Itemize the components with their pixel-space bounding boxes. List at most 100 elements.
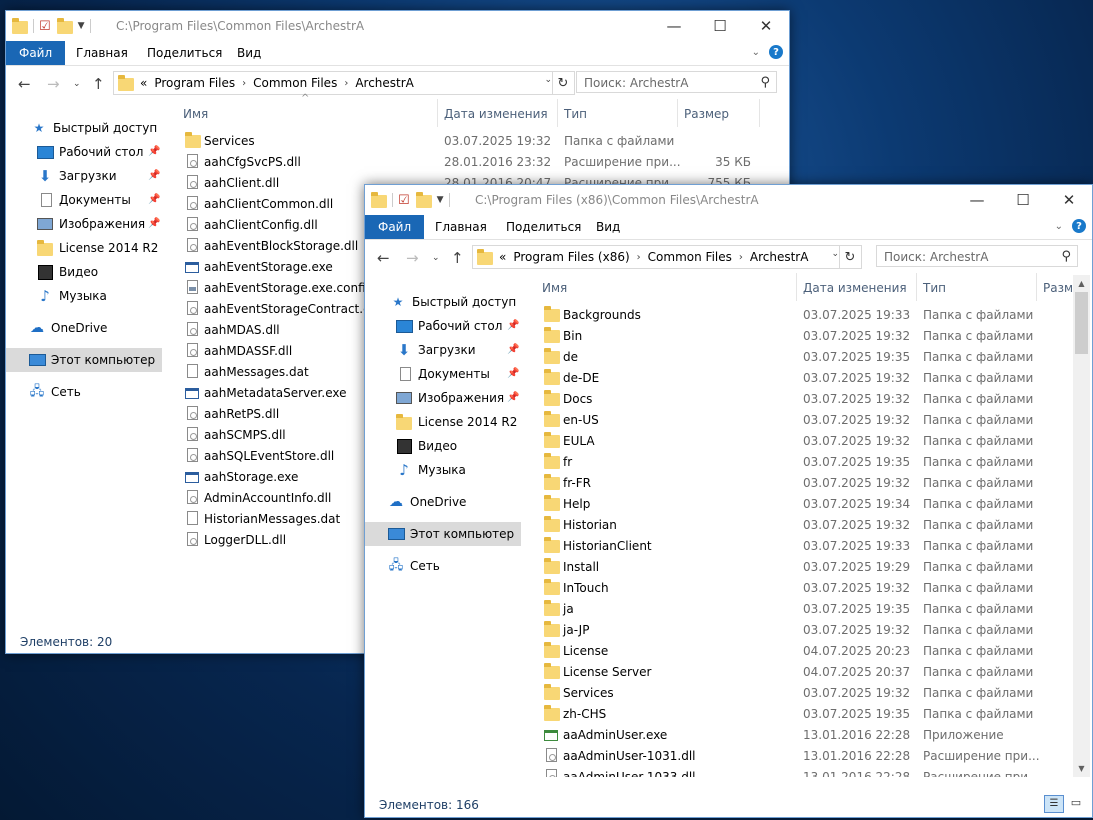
- list-item[interactable]: HistorianClient 03.07.2025 19:33 Папка с ф…: [544, 536, 1073, 557]
- nav-item-network[interactable]: 🖧 Сеть: [28, 381, 81, 403]
- nav-item-onedrive[interactable]: ☁ OneDrive: [387, 491, 466, 513]
- forward-arrow-icon[interactable]: →: [406, 249, 419, 267]
- nav-item-videos[interactable]: Видео: [395, 435, 457, 457]
- search-input[interactable]: Поиск: ArchestrA ⚲: [876, 245, 1078, 267]
- close-button[interactable]: ✕: [743, 11, 789, 41]
- nav-item-videos[interactable]: Видео: [36, 261, 98, 283]
- tab-home[interactable]: Главная: [422, 215, 500, 239]
- qat-dropdown-icon[interactable]: ▼: [437, 195, 444, 205]
- address-bar[interactable]: « Program Files › Common Files › ArchestrA…: [113, 71, 575, 95]
- expand-ribbon-icon[interactable]: ⌄: [752, 47, 760, 58]
- refresh-icon[interactable]: ↻: [839, 246, 860, 268]
- column-type[interactable]: Тип: [917, 273, 1037, 301]
- list-item[interactable]: Docs 03.07.2025 19:32 Папка с файлами: [544, 389, 1073, 410]
- list-item[interactable]: fr-FR 03.07.2025 19:32 Папка с файлами: [544, 473, 1073, 494]
- list-item[interactable]: License Server 04.07.2025 20:37 Папка с фа…: [544, 662, 1073, 683]
- forward-arrow-icon[interactable]: →: [47, 75, 60, 93]
- details-view-icon[interactable]: ☰: [1044, 795, 1064, 813]
- tab-file[interactable]: Файл: [6, 41, 66, 65]
- nav-item-downloads[interactable]: ⬇ Загрузки: [395, 339, 476, 361]
- pin-icon[interactable]: 📌: [148, 146, 160, 157]
- title-bar[interactable]: ☑ ▼ C:\Program Files\Common Files\Arches…: [6, 11, 789, 41]
- list-item[interactable]: Install 03.07.2025 19:29 Папка с файлами: [544, 557, 1073, 578]
- list-item[interactable]: ja 03.07.2025 19:35 Папка с файлами: [544, 599, 1073, 620]
- list-item[interactable]: zh-CHS 03.07.2025 19:35 Папка с файлами: [544, 704, 1073, 725]
- breadcrumb-item[interactable]: Common Files: [641, 250, 739, 264]
- maximize-button[interactable]: ☐: [697, 11, 743, 41]
- vertical-scrollbar[interactable]: ▲ ▼: [1073, 275, 1090, 777]
- maximize-button[interactable]: ☐: [1000, 185, 1046, 215]
- column-date-modified[interactable]: Дата изменения: [797, 273, 917, 301]
- list-item[interactable]: ja-JP 03.07.2025 19:32 Папка с файлами: [544, 620, 1073, 641]
- column-type[interactable]: Тип: [558, 99, 678, 127]
- back-arrow-icon[interactable]: ←: [18, 75, 31, 93]
- list-item[interactable]: aaAdminUser-1031.dll 13.01.2016 22:28 Расш…: [544, 746, 1073, 767]
- column-date-modified[interactable]: Дата изменения: [438, 99, 558, 127]
- list-item[interactable]: InTouch 03.07.2025 19:32 Папка с файлами: [544, 578, 1073, 599]
- nav-item-quick-access[interactable]: ★ Быстрый доступ: [389, 291, 517, 313]
- tab-view[interactable]: Вид: [224, 41, 274, 65]
- column-size[interactable]: Разме: [1037, 273, 1073, 301]
- nav-item-documents[interactable]: Документы: [395, 363, 490, 385]
- close-button[interactable]: ✕: [1046, 185, 1092, 215]
- properties-icon[interactable]: ☑: [39, 19, 51, 34]
- breadcrumb-item[interactable]: Program Files (x86): [506, 250, 636, 264]
- nav-item-onedrive[interactable]: ☁ OneDrive: [28, 317, 107, 339]
- list-item[interactable]: en-US 03.07.2025 19:32 Папка с файлами: [544, 410, 1073, 431]
- help-icon[interactable]: ?: [1072, 219, 1086, 233]
- new-folder-icon[interactable]: [53, 18, 73, 34]
- refresh-icon[interactable]: ↻: [552, 72, 573, 94]
- pin-icon[interactable]: 📌: [507, 368, 519, 379]
- breadcrumb-item[interactable]: ArchestrA: [348, 76, 421, 90]
- breadcrumb-item[interactable]: ArchestrA: [743, 250, 816, 264]
- nav-item-this-pc[interactable]: Этот компьютер: [28, 349, 155, 371]
- list-item[interactable]: EULA 03.07.2025 19:32 Папка с файлами: [544, 431, 1073, 452]
- nav-item-license-2014-r2[interactable]: License 2014 R2: [395, 411, 517, 433]
- minimize-button[interactable]: —: [651, 11, 697, 41]
- nav-item-music[interactable]: ♪ Музыка: [36, 285, 107, 307]
- tab-share[interactable]: Поделиться: [134, 41, 235, 65]
- up-arrow-icon[interactable]: ↑: [451, 249, 464, 267]
- expand-ribbon-icon[interactable]: ⌄: [1055, 221, 1063, 232]
- list-item[interactable]: de 03.07.2025 19:35 Папка с файлами: [544, 347, 1073, 368]
- nav-item-license-2014-r2[interactable]: License 2014 R2: [36, 237, 158, 259]
- nav-item-pictures[interactable]: Изображения: [36, 213, 145, 235]
- pin-icon[interactable]: 📌: [148, 170, 160, 181]
- breadcrumb-overflow[interactable]: «: [140, 76, 147, 90]
- help-icon[interactable]: ?: [769, 45, 783, 59]
- nav-item-documents[interactable]: Документы: [36, 189, 131, 211]
- tab-view[interactable]: Вид: [583, 215, 633, 239]
- list-item[interactable]: Services 03.07.2025 19:32 Папка с файлами: [185, 131, 765, 152]
- list-item[interactable]: Historian 03.07.2025 19:32 Папка с файлами: [544, 515, 1073, 536]
- list-item[interactable]: Bin 03.07.2025 19:32 Папка с файлами: [544, 326, 1073, 347]
- breadcrumb-item[interactable]: Common Files: [246, 76, 344, 90]
- nav-item-music[interactable]: ♪ Музыка: [395, 459, 466, 481]
- scroll-down-icon[interactable]: ▼: [1073, 760, 1090, 777]
- qat-dropdown-icon[interactable]: ▼: [78, 21, 85, 31]
- pin-icon[interactable]: 📌: [507, 344, 519, 355]
- tab-share[interactable]: Поделиться: [493, 215, 594, 239]
- search-input[interactable]: Поиск: ArchestrA ⚲: [576, 71, 777, 93]
- pin-icon[interactable]: 📌: [507, 320, 519, 331]
- new-folder-icon[interactable]: [412, 192, 432, 208]
- list-item[interactable]: aahCfgSvcPS.dll 28.01.2016 23:32 Расширени…: [185, 152, 765, 173]
- pin-icon[interactable]: 📌: [148, 194, 160, 205]
- list-item[interactable]: License 04.07.2025 20:23 Папка с файлами: [544, 641, 1073, 662]
- nav-item-pictures[interactable]: Изображения: [395, 387, 504, 409]
- address-bar[interactable]: « Program Files (x86) › Common Files › Arc…: [472, 245, 862, 269]
- list-item[interactable]: aaAdminUser.exe 13.01.2016 22:28 Приложени…: [544, 725, 1073, 746]
- scrollbar-thumb[interactable]: [1075, 292, 1088, 354]
- address-dropdown-icon[interactable]: ⌄: [544, 75, 552, 85]
- nav-item-this-pc[interactable]: Этот компьютер: [387, 523, 514, 545]
- breadcrumb-item[interactable]: Program Files: [147, 76, 242, 90]
- recent-locations-icon[interactable]: ⌄: [73, 79, 81, 89]
- scroll-up-icon[interactable]: ▲: [1073, 275, 1090, 292]
- list-item[interactable]: de-DE 03.07.2025 19:32 Папка с файлами: [544, 368, 1073, 389]
- title-bar[interactable]: ☑ ▼ C:\Program Files (x86)\Common Files\…: [365, 185, 1092, 215]
- nav-item-network[interactable]: 🖧 Сеть: [387, 555, 440, 577]
- list-item[interactable]: Services 03.07.2025 19:32 Папка с файлами: [544, 683, 1073, 704]
- tab-home[interactable]: Главная: [63, 41, 141, 65]
- nav-item-desktop[interactable]: Рабочий стол: [36, 141, 143, 163]
- up-arrow-icon[interactable]: ↑: [92, 75, 105, 93]
- large-icons-view-icon[interactable]: ▭: [1067, 795, 1085, 811]
